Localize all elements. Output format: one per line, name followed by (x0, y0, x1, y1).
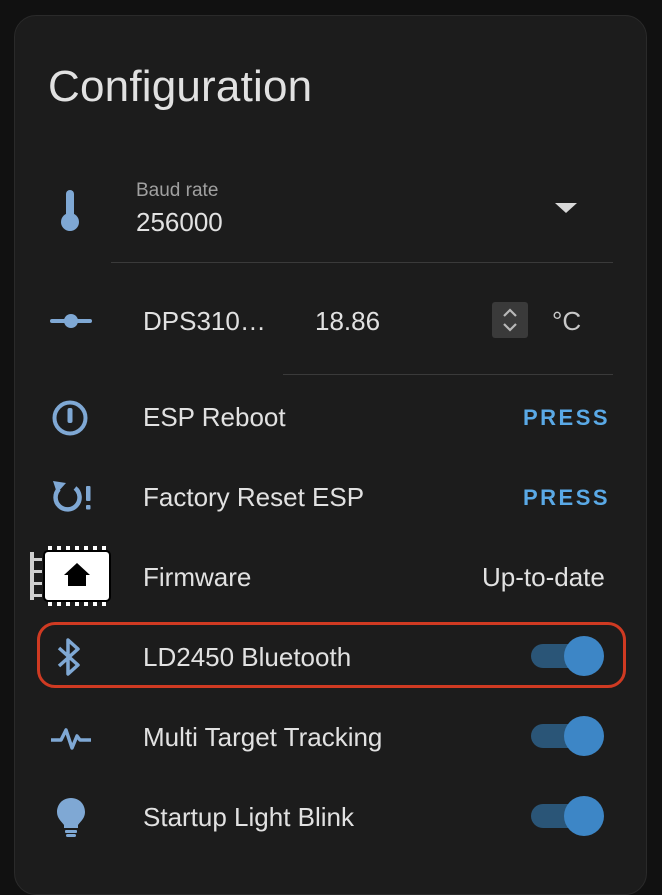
temperature-offset-underline (283, 374, 613, 375)
factory-reset-press-button[interactable]: PRESS (523, 485, 610, 511)
startup-light-blink-toggle[interactable] (531, 795, 605, 836)
factory-reset-label: Factory Reset ESP (143, 482, 365, 512)
card-title: Configuration (48, 62, 313, 111)
thermometer-icon (52, 186, 88, 234)
toggle-knob (564, 716, 604, 756)
toggle-knob (564, 796, 604, 836)
stepper-arrows-icon (503, 308, 517, 332)
restart-alert-icon (48, 476, 96, 518)
firmware-label: Firmware (143, 562, 252, 592)
bluetooth-icon (54, 636, 84, 678)
baud-rate-label: Baud rate (136, 180, 219, 201)
multi-target-tracking-label: Multi Target Tracking (143, 722, 383, 752)
toggle-knob (564, 636, 604, 676)
power-icon (50, 398, 90, 438)
lightbulb-icon (54, 796, 88, 840)
temperature-offset-input[interactable]: 18.86 (315, 306, 380, 337)
number-stepper[interactable] (492, 302, 528, 338)
pulse-icon (50, 722, 92, 754)
multi-target-tracking-toggle[interactable] (531, 715, 605, 756)
configuration-card (14, 15, 647, 895)
baud-rate-select[interactable]: 256000 (136, 207, 223, 238)
esphome-chip-icon (30, 546, 112, 606)
temperature-unit: °C (552, 306, 582, 336)
ld2450-bluetooth-toggle[interactable] (531, 635, 605, 676)
ld2450-bluetooth-label: LD2450 Bluetooth (143, 642, 352, 672)
esp-reboot-press-button[interactable]: PRESS (523, 405, 610, 431)
baud-rate-underline (111, 262, 613, 263)
esp-reboot-label: ESP Reboot (143, 402, 286, 432)
startup-light-blink-label: Startup Light Blink (143, 802, 355, 832)
firmware-status[interactable]: Up-to-date (482, 562, 605, 593)
slider-icon (48, 306, 94, 336)
temperature-offset-label: DPS310… (143, 306, 266, 336)
chevron-down-icon[interactable] (555, 203, 577, 213)
